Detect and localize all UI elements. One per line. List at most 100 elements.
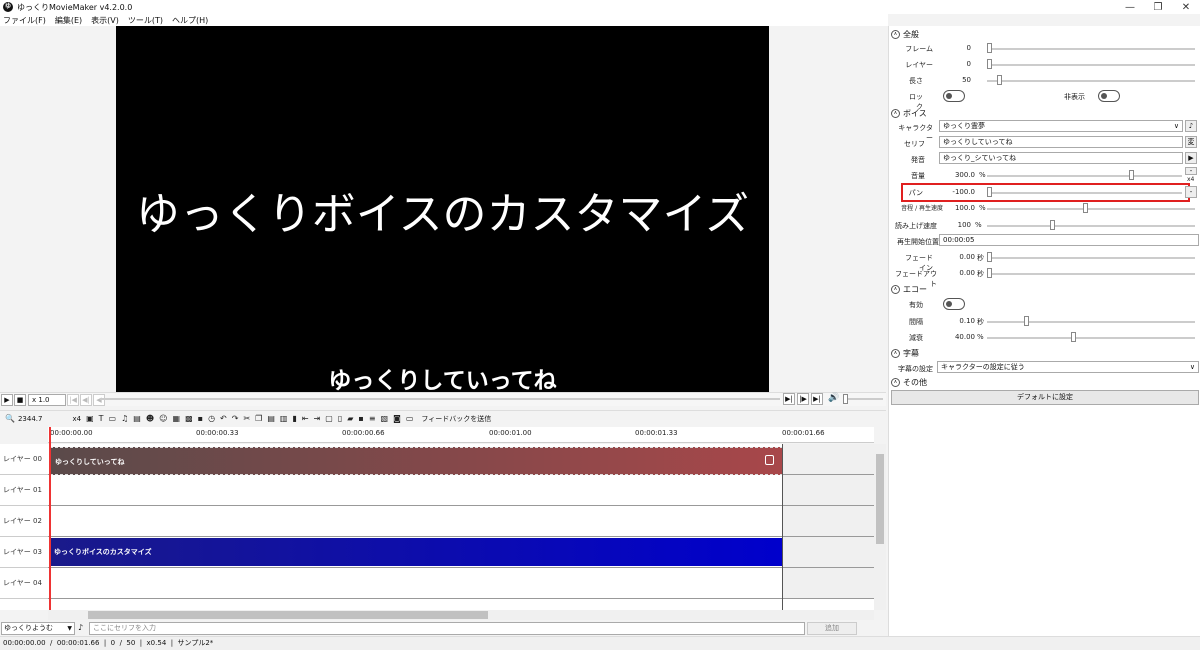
- clipboard-icon[interactable]: ▥: [280, 414, 288, 423]
- length-value[interactable]: 50: [949, 76, 971, 84]
- subtitle-setting-dropdown[interactable]: キャラクターの設定に従う ∨: [937, 361, 1199, 373]
- settings-icon[interactable]: ≡: [369, 414, 376, 423]
- layer-lane[interactable]: [48, 506, 874, 537]
- voice-settings-icon[interactable]: ♪: [78, 623, 83, 632]
- frame-knob[interactable]: [987, 43, 992, 53]
- fadein-knob[interactable]: [987, 252, 992, 262]
- volume-knob[interactable]: [1129, 170, 1134, 180]
- pan-value[interactable]: -100.0: [945, 188, 975, 196]
- grid-icon[interactable]: ▩: [185, 414, 193, 423]
- next-frame-button[interactable]: |▶: [797, 393, 809, 405]
- feedback-link[interactable]: フィードバックを送信: [421, 414, 491, 424]
- echo-enabled-toggle[interactable]: [943, 298, 965, 310]
- voice-clip[interactable]: ゆっくりしていってね: [50, 447, 783, 475]
- volume-value[interactable]: 300.0: [945, 171, 975, 179]
- read-speed-slider[interactable]: [987, 225, 1195, 227]
- menu-view[interactable]: 表示(V): [91, 15, 119, 26]
- echo-interval-value[interactable]: 0.10: [949, 317, 975, 325]
- read-speed-value[interactable]: 100: [949, 221, 971, 229]
- picture-icon[interactable]: ▤: [133, 414, 141, 423]
- minimize-button[interactable]: —: [1116, 2, 1144, 13]
- go-start-button[interactable]: |◀: [67, 393, 79, 406]
- group-icon[interactable]: ▦: [173, 414, 181, 423]
- new-icon[interactable]: ▯: [338, 414, 342, 423]
- layer-knob[interactable]: [987, 59, 992, 69]
- timeline-vertical-scrollbar[interactable]: [874, 444, 886, 610]
- pan-more-button[interactable]: -: [1185, 186, 1197, 198]
- save-icon[interactable]: ▪: [198, 414, 203, 423]
- play-forward-button[interactable]: ▶|: [783, 393, 795, 405]
- volume-slider[interactable]: [845, 398, 883, 400]
- layer-label[interactable]: レイヤー 03: [0, 537, 48, 568]
- speed-slider[interactable]: [987, 208, 1195, 210]
- echo-decay-knob[interactable]: [1071, 332, 1076, 342]
- serif-input[interactable]: ここにセリフを入力: [89, 622, 805, 635]
- fadeout-slider[interactable]: [987, 273, 1195, 275]
- prev-frame-button[interactable]: ◀|: [80, 393, 92, 406]
- volume-multiplier[interactable]: x4: [1187, 176, 1194, 183]
- menu-file[interactable]: ファイル(F): [3, 15, 46, 26]
- menu-edit[interactable]: 編集(E): [55, 15, 82, 26]
- camera-icon[interactable]: ◙: [393, 414, 401, 423]
- serif-field[interactable]: ゆっくりしていってね: [939, 136, 1183, 148]
- zoom-multiplier[interactable]: x4: [72, 415, 81, 423]
- redo-icon[interactable]: ↷: [232, 414, 239, 423]
- maximize-button[interactable]: ❐: [1144, 2, 1172, 13]
- character-select[interactable]: ゆっくりようむ ▼: [1, 622, 75, 635]
- speed-select[interactable]: x 1.0: [28, 393, 66, 406]
- play-button[interactable]: ▶: [1, 393, 13, 406]
- export-icon[interactable]: ▧: [381, 414, 389, 423]
- section-general[interactable]: ∧ 全般: [891, 29, 919, 40]
- volume-slider[interactable]: [987, 175, 1182, 177]
- folder-icon[interactable]: ▰: [347, 414, 353, 423]
- layer-label[interactable]: レイヤー 02: [0, 506, 48, 537]
- undo-icon[interactable]: ↶: [220, 414, 227, 423]
- clock-icon[interactable]: ◷: [208, 414, 215, 423]
- section-other[interactable]: ∧ その他: [891, 377, 927, 388]
- video-preview[interactable]: ゆっくりボイスのカスタマイズ ゆっくりしていってね: [116, 26, 769, 394]
- start-pos-field[interactable]: 00:00:05: [939, 234, 1199, 246]
- section-voice[interactable]: ∧ ボイス: [891, 108, 927, 119]
- speed-value[interactable]: 100.0: [945, 204, 975, 212]
- split-icon[interactable]: ⇤: [302, 414, 309, 423]
- layer-lane[interactable]: [48, 475, 874, 506]
- play-voice-button[interactable]: ▶: [1185, 152, 1197, 164]
- image-icon[interactable]: ▣: [86, 414, 94, 423]
- frame-icon[interactable]: ▢: [325, 414, 333, 423]
- cut-icon[interactable]: ✂: [243, 414, 250, 423]
- time-ruler[interactable]: 00:00:00.00 00:00:00.33 00:00:00.66 00:0…: [48, 427, 874, 443]
- text-clip[interactable]: ゆっくりボイスのカスタマイズ: [50, 538, 783, 566]
- paste-icon[interactable]: ▤: [267, 414, 275, 423]
- text-icon[interactable]: T: [99, 414, 104, 423]
- fadeout-value[interactable]: 0.00: [949, 269, 975, 277]
- disk-icon[interactable]: ▪: [358, 414, 363, 423]
- fadeout-knob[interactable]: [987, 268, 992, 278]
- close-button[interactable]: ✕: [1172, 2, 1200, 13]
- pan-slider[interactable]: [987, 192, 1182, 194]
- layer-lane[interactable]: [48, 568, 874, 599]
- length-knob[interactable]: [997, 75, 1002, 85]
- length-slider[interactable]: [987, 80, 1195, 82]
- menu-help[interactable]: ヘルプ(H): [172, 15, 208, 26]
- layer-value[interactable]: 0: [949, 60, 971, 68]
- convert-button[interactable]: 変: [1185, 136, 1197, 148]
- layer-slider[interactable]: [987, 64, 1195, 66]
- effect-icon[interactable]: ☺: [159, 414, 167, 423]
- echo-interval-knob[interactable]: [1024, 316, 1029, 326]
- echo-decay-slider[interactable]: [987, 337, 1195, 339]
- go-end-button[interactable]: ▶|: [811, 393, 823, 405]
- add-button[interactable]: 追加: [807, 622, 857, 635]
- voice-edit-button[interactable]: ♪: [1185, 120, 1197, 132]
- hide-toggle[interactable]: [1098, 90, 1120, 102]
- pronunciation-field[interactable]: ゆっくり_シていってね: [939, 152, 1183, 164]
- fadein-slider[interactable]: [987, 257, 1195, 259]
- seek-bar[interactable]: [100, 398, 780, 400]
- audio-icon[interactable]: ♫: [121, 414, 128, 423]
- pan-knob[interactable]: [987, 187, 992, 197]
- section-subtitle[interactable]: ∧ 字幕: [891, 348, 919, 359]
- character-icon[interactable]: ☻: [146, 414, 154, 423]
- lock-icon[interactable]: [765, 455, 774, 465]
- volume-knob[interactable]: [843, 394, 848, 404]
- feedback-icon[interactable]: ▭: [406, 414, 414, 423]
- timeline-horizontal-scrollbar[interactable]: [48, 610, 874, 620]
